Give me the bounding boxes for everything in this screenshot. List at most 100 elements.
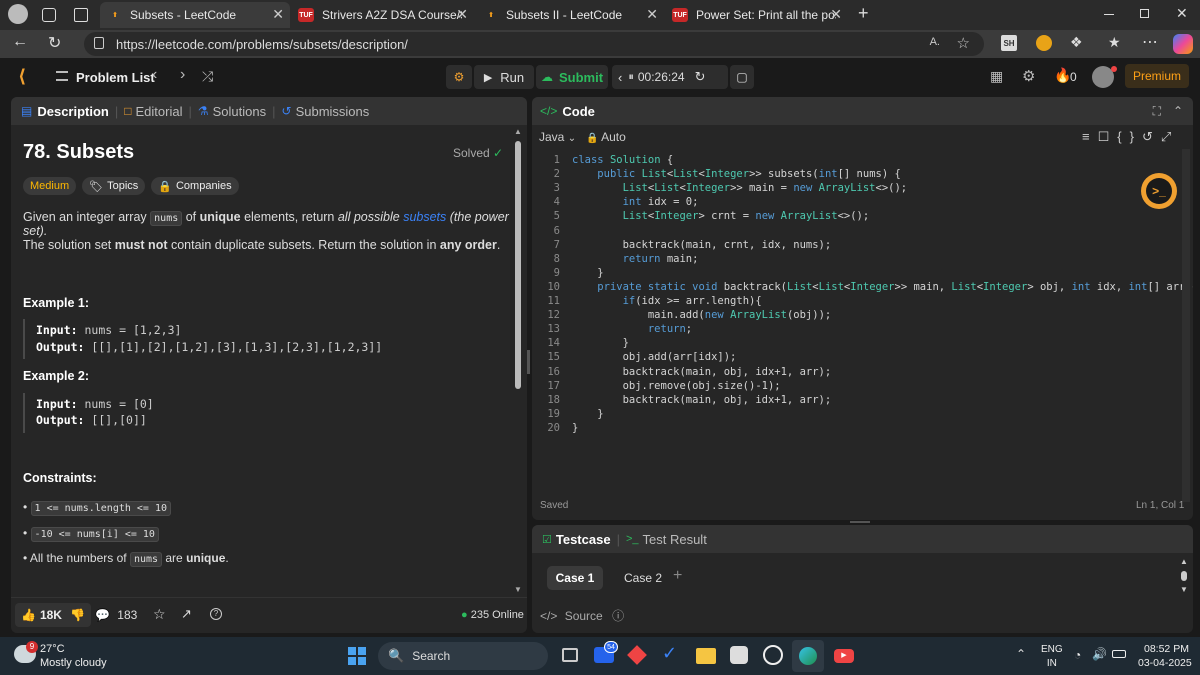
testcase-scrollbar[interactable]: ▲ ▼ <box>1179 557 1189 595</box>
clock-date[interactable]: 03-04-2025 <box>1138 657 1192 669</box>
scroll-up-icon[interactable]: ▲ <box>514 127 522 136</box>
scroll-down-icon[interactable]: ▼ <box>514 585 522 594</box>
language-selector[interactable]: Java ⌄ <box>539 130 576 144</box>
favorite-star-icon[interactable]: ☆ <box>957 34 970 52</box>
language-indicator[interactable]: ENG IN <box>1041 643 1063 671</box>
next-problem-icon[interactable]: › <box>180 66 185 84</box>
vertical-resize-handle[interactable] <box>850 521 870 523</box>
wifi-icon[interactable]: ◔ <box>1074 648 1081 662</box>
tray-chevron-up-icon[interactable]: ⌃ <box>1016 647 1026 661</box>
tab-test-result[interactable]: Test Result <box>643 532 707 547</box>
add-case-button[interactable]: + <box>673 567 682 585</box>
collapse-timer-icon[interactable]: ‹ <box>618 70 622 85</box>
fullscreen-icon[interactable]: ⛶ <box>1153 104 1161 119</box>
close-window-icon[interactable]: ✕ <box>1176 5 1188 22</box>
volume-icon[interactable]: 🔊 <box>1092 647 1107 661</box>
url-field[interactable]: https://leetcode.com/problems/subsets/de… <box>84 32 984 56</box>
diamond-app-icon[interactable] <box>627 645 647 665</box>
battery-icon[interactable] <box>1112 650 1126 658</box>
debug-button[interactable]: ⚙ <box>446 65 472 89</box>
extension-icon[interactable] <box>1036 35 1052 51</box>
todo-app-icon[interactable]: ✓ <box>662 643 677 664</box>
companies-tag[interactable]: 🔒 Companies <box>151 177 239 195</box>
read-aloud-icon[interactable]: A. <box>930 36 940 48</box>
help-icon[interactable]: ? <box>210 608 222 620</box>
problem-list-icon[interactable] <box>56 71 68 81</box>
thumbs-down-icon[interactable]: 👎 <box>70 608 85 622</box>
tab-solutions[interactable]: Solutions <box>213 104 266 119</box>
tab-subsets[interactable]: ⬆ Subsets - LeetCode ✕ <box>100 2 290 28</box>
submit-button[interactable]: ☁ Submit <box>536 65 608 89</box>
tab-submissions[interactable]: Submissions <box>296 104 370 119</box>
pause-icon[interactable]: ⏸ <box>628 71 634 84</box>
source-link[interactable]: </> Source ⓘ <box>540 607 624 624</box>
premium-button[interactable]: Premium <box>1125 64 1189 88</box>
edge-browser-icon[interactable] <box>792 640 824 672</box>
task-view-icon[interactable] <box>562 648 578 662</box>
tab-power-set[interactable]: TUF Power Set: Print all the possible su… <box>664 2 848 28</box>
close-tab-icon[interactable]: ✕ <box>646 6 658 23</box>
like-button[interactable]: 👍 18K 👎 <box>15 603 91 627</box>
profile-badge[interactable]: SH <box>1001 35 1017 51</box>
horizontal-resize-handle[interactable] <box>527 350 530 374</box>
description-scrollbar[interactable]: ▲ ▼ <box>513 127 523 595</box>
streak-fire-icon[interactable]: 🔥 <box>1054 67 1071 84</box>
close-tab-icon[interactable]: ✕ <box>830 6 842 23</box>
scroll-down-icon[interactable]: ▼ <box>1180 585 1188 594</box>
subsets-link[interactable]: subsets <box>403 210 446 224</box>
tab-description[interactable]: Description <box>37 104 109 119</box>
topics-tag[interactable]: 🏷 Topics <box>82 177 146 195</box>
bookmark-icon[interactable]: ☐ <box>1098 129 1118 144</box>
workspaces-icon[interactable] <box>42 8 56 22</box>
tab-actions-icon[interactable] <box>74 8 88 22</box>
scroll-up-icon[interactable]: ▲ <box>1180 557 1188 566</box>
profile-avatar[interactable] <box>8 4 28 24</box>
settings-gear-icon[interactable]: ⚙ <box>1022 67 1035 85</box>
auto-mode[interactable]: 🔒 Auto <box>586 130 626 144</box>
extensions-puzzle-icon[interactable]: ❖ <box>1070 34 1083 51</box>
problem-list-link[interactable]: Problem List <box>76 70 155 85</box>
start-windows-icon[interactable] <box>348 647 366 665</box>
layout-icon[interactable]: ▦ <box>990 68 1003 85</box>
taskbar-search[interactable]: 🔍 Search <box>378 642 548 670</box>
share-icon[interactable]: ↗ <box>181 606 192 622</box>
site-info-icon[interactable] <box>94 37 104 49</box>
editor-scrollbar[interactable] <box>1182 149 1190 502</box>
collapse-icon[interactable]: ⌃ <box>1173 104 1183 118</box>
clock-time[interactable]: 08:52 PM <box>1144 643 1189 655</box>
file-explorer-icon[interactable] <box>696 648 716 664</box>
tab-subsets-ii[interactable]: ⬆ Subsets II - LeetCode ✕ <box>476 2 664 28</box>
favorite-icon[interactable]: ☆ <box>153 606 166 623</box>
prev-problem-icon[interactable]: ‹ <box>152 66 157 84</box>
reset-timer-icon[interactable]: ↻ <box>695 69 706 85</box>
tab-strivers[interactable]: TUF Strivers A2Z DSA Course/Sheet - · ✕ <box>290 2 474 28</box>
copilot-icon[interactable] <box>1173 34 1193 54</box>
format-icon[interactable]: ≡ <box>1082 129 1098 144</box>
close-tab-icon[interactable]: ✕ <box>456 6 468 23</box>
temperature[interactable]: 27°C <box>40 643 65 655</box>
case-1-tab[interactable]: Case 1 <box>547 566 603 590</box>
clock-app-icon[interactable] <box>730 646 748 664</box>
braces-icon[interactable]: {} <box>1117 129 1142 144</box>
comments-button[interactable]: 💬 183 <box>95 608 137 622</box>
close-tab-icon[interactable]: ✕ <box>272 6 284 23</box>
case-2-tab[interactable]: Case 2 <box>615 566 671 590</box>
tab-editorial[interactable]: Editorial <box>136 104 183 119</box>
help-icon[interactable]: ⓘ <box>612 609 624 623</box>
notes-button[interactable]: ▢ <box>730 65 754 89</box>
ai-assistant-button[interactable]: >_ <box>1141 173 1177 209</box>
scroll-thumb[interactable] <box>1181 571 1187 581</box>
random-problem-icon[interactable]: ⤮ <box>202 68 213 85</box>
back-icon[interactable]: ← <box>12 33 28 51</box>
minimize-icon[interactable] <box>1104 14 1114 15</box>
problem-title[interactable]: 78. Subsets <box>23 141 134 164</box>
youtube-icon[interactable]: ▶ <box>834 649 854 663</box>
code-editor[interactable]: 1 class Solution {2 public List<List<Inte… <box>532 154 1193 444</box>
expand-icon[interactable]: ⤢ <box>1161 129 1179 144</box>
favorites-icon[interactable]: ★ <box>1108 34 1121 51</box>
more-menu-icon[interactable]: ⋯ <box>1142 32 1158 52</box>
run-button[interactable]: ▶ Run <box>474 65 534 89</box>
tab-testcase[interactable]: Testcase <box>556 532 611 547</box>
timer-widget[interactable]: ‹ ⏸ 00:26:24 ↻ <box>612 65 728 89</box>
new-tab-icon[interactable]: + <box>858 3 869 24</box>
